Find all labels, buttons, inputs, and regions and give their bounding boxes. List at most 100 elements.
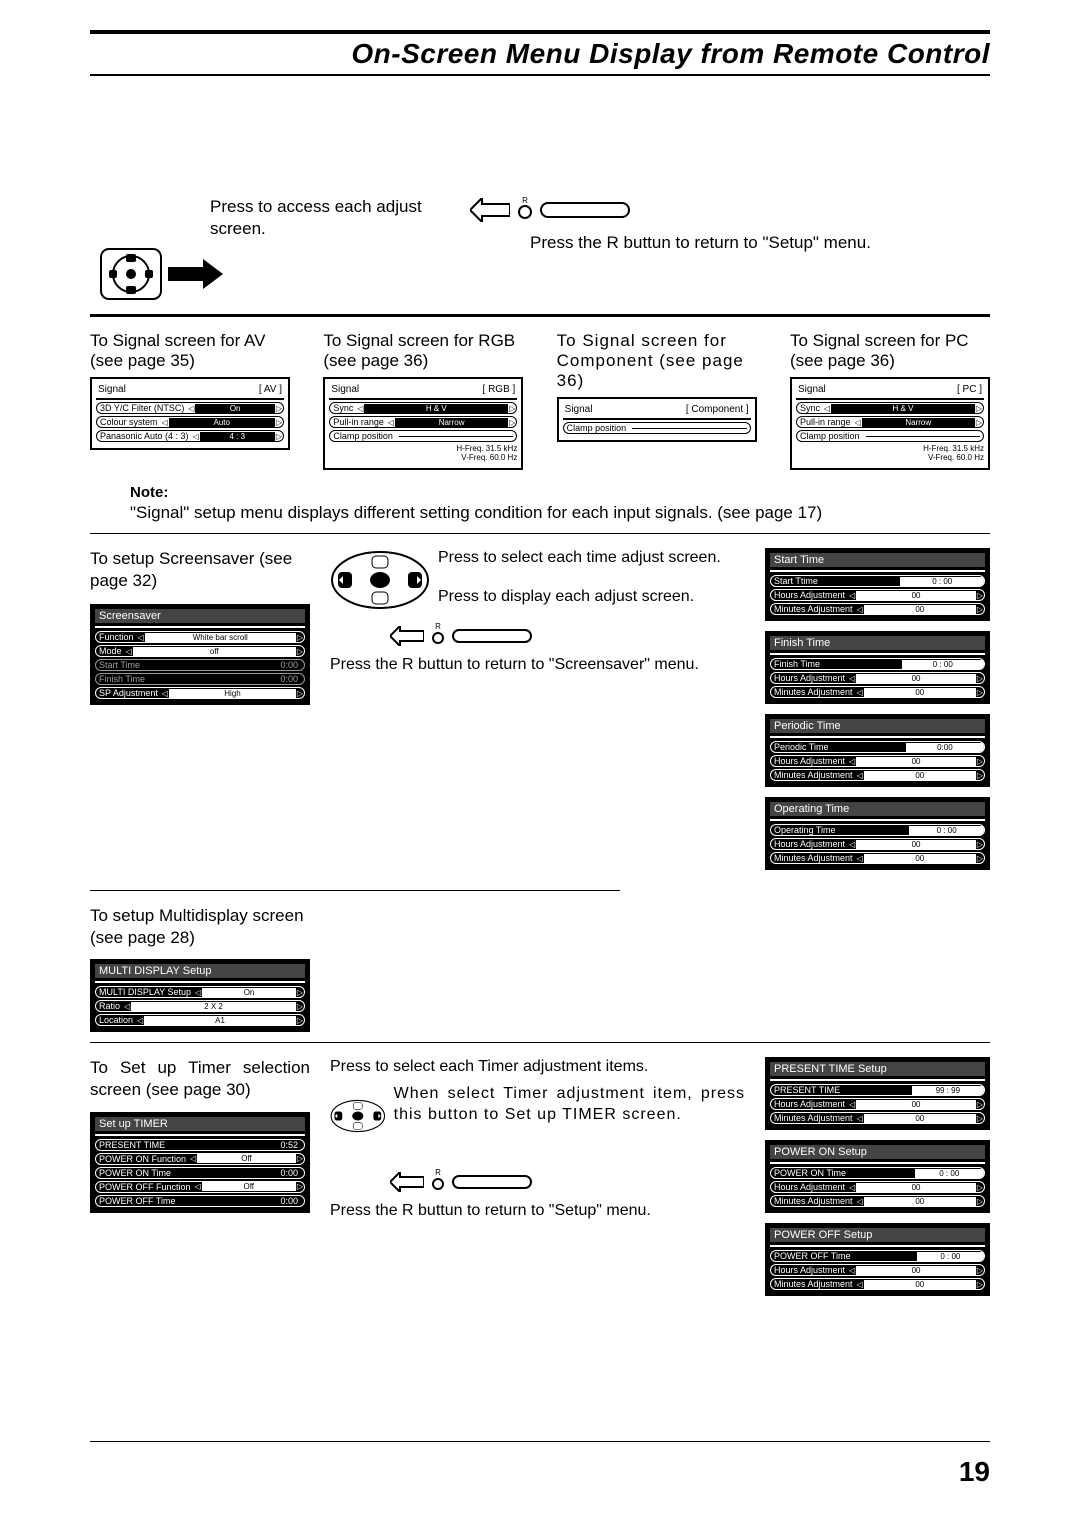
timer-mid-b: When select Timer adjustment item, press…	[394, 1084, 745, 1126]
sig-rgb-heading: To Signal screen for RGB (see page 36)	[323, 331, 523, 371]
t: Signal	[331, 384, 359, 395]
label: 3D Y/C Filter (NTSC)	[97, 403, 187, 413]
sig-pc-heading: To Signal screen for PC (see page 36)	[790, 331, 990, 371]
v: White bar scroll	[145, 633, 296, 642]
l: PRESENT TIME	[96, 1140, 168, 1150]
v: off	[133, 647, 296, 656]
l: Sync	[797, 403, 823, 413]
l: Clamp position	[797, 431, 863, 441]
v: 00	[864, 605, 976, 614]
l: POWER ON Function	[96, 1154, 189, 1164]
val: On	[195, 404, 275, 413]
arrow-left-icon	[470, 198, 510, 222]
l: Ratio	[96, 1001, 123, 1011]
l: Function	[96, 632, 137, 642]
vf: V-Freq. 60.0 Hz	[928, 453, 984, 462]
l: Start Ttime	[771, 576, 821, 586]
button-capsule-icon	[540, 202, 630, 218]
v: 0:00	[174, 1168, 304, 1178]
ss-mid-a: Press to select each time adjust screen.	[438, 548, 745, 569]
v: 00	[864, 854, 976, 863]
panel-title: Periodic Time	[770, 719, 985, 733]
panel-title: POWER OFF Setup	[770, 1228, 985, 1242]
l: Start Time	[96, 660, 143, 670]
ss-mid-b: Press to display each adjust screen.	[438, 587, 745, 608]
v: Narrow	[862, 418, 975, 427]
v: 0 : 00	[917, 1252, 984, 1261]
l: Hours Adjustment	[771, 839, 848, 849]
v: 00	[864, 1197, 976, 1206]
v: 00	[856, 674, 976, 683]
r-button-icon	[432, 632, 444, 644]
l: Pull-in range	[330, 417, 387, 427]
v: 0:00	[179, 1196, 305, 1206]
v: H & V	[364, 404, 508, 413]
l: Minutes Adjustment	[771, 853, 856, 863]
remote-oval-icon	[330, 1084, 386, 1148]
v: 00	[864, 688, 976, 697]
v: 00	[864, 1280, 976, 1289]
l: Minutes Adjustment	[771, 604, 856, 614]
l: Clamp position	[330, 431, 396, 441]
l: Mode	[96, 646, 125, 656]
l: POWER OFF Time	[771, 1251, 854, 1261]
v: 00	[856, 1266, 976, 1275]
v: 0:52	[168, 1140, 304, 1150]
button-capsule-icon	[452, 629, 532, 643]
timer-box-title: Set up TIMER	[95, 1117, 305, 1131]
arrow-left-icon	[390, 626, 424, 646]
l: Minutes Adjustment	[771, 770, 856, 780]
l: Finish Time	[771, 659, 823, 669]
tag: [ RGB ]	[483, 384, 516, 395]
t: Signal	[565, 404, 593, 415]
l: Hours Adjustment	[771, 673, 848, 683]
note-label: Note:	[130, 484, 990, 501]
v: High	[169, 689, 296, 698]
arrow-left-icon	[390, 1172, 424, 1192]
val: Auto	[169, 418, 275, 427]
v: H & V	[831, 404, 975, 413]
v: 00	[856, 1100, 976, 1109]
l: Clamp position	[564, 423, 630, 433]
panel-title: Operating Time	[770, 802, 985, 816]
l: Minutes Adjustment	[771, 1279, 856, 1289]
ss-mid-c: Press the R buttun to return to "Screens…	[330, 655, 745, 676]
v: 00	[856, 591, 976, 600]
l: Minutes Adjustment	[771, 687, 856, 697]
v: 00	[864, 771, 976, 780]
page-title: On-Screen Menu Display from Remote Contr…	[90, 38, 990, 70]
vf: V-Freq. 60.0 Hz	[461, 453, 517, 462]
v: Narrow	[395, 418, 508, 427]
v: 0 : 00	[902, 660, 985, 669]
label: Colour system	[97, 417, 161, 427]
l: SP Adjustment	[96, 688, 161, 698]
v: 00	[864, 1114, 976, 1123]
l: Location	[96, 1015, 136, 1025]
l: Hours Adjustment	[771, 756, 848, 766]
l: Minutes Adjustment	[771, 1113, 856, 1123]
button-capsule-icon	[452, 1175, 532, 1189]
v: On	[202, 988, 296, 997]
l: Sync	[330, 403, 356, 413]
intro-left: Press to access each adjust screen.	[210, 196, 460, 240]
r-button-icon	[518, 205, 532, 219]
v: 0 : 00	[909, 826, 984, 835]
sig-comp-heading: To Signal screen for Component (see page…	[557, 331, 757, 391]
timer-mid-c: Press the R buttun to return to "Setup" …	[330, 1201, 745, 1222]
tag: [ PC ]	[957, 384, 982, 395]
v: 00	[856, 840, 976, 849]
l: Hours Adjustment	[771, 1265, 848, 1275]
l: Minutes Adjustment	[771, 1196, 856, 1206]
md-heading: To setup Multidisplay screen (see page 2…	[90, 905, 310, 949]
page-number: 19	[959, 1456, 990, 1488]
remote-dpad-icon	[100, 248, 162, 300]
sig-av-heading: To Signal screen for AV (see page 35)	[90, 331, 290, 371]
panel-title: Finish Time	[770, 636, 985, 650]
l: Periodic Time	[771, 742, 832, 752]
panel-title: POWER ON Setup	[770, 1145, 985, 1159]
l: POWER ON Time	[771, 1168, 849, 1178]
l: POWER OFF Function	[96, 1182, 194, 1192]
v: 0 : 00	[900, 577, 984, 586]
v: 99 : 99	[912, 1086, 984, 1095]
v: Off	[202, 1182, 296, 1191]
